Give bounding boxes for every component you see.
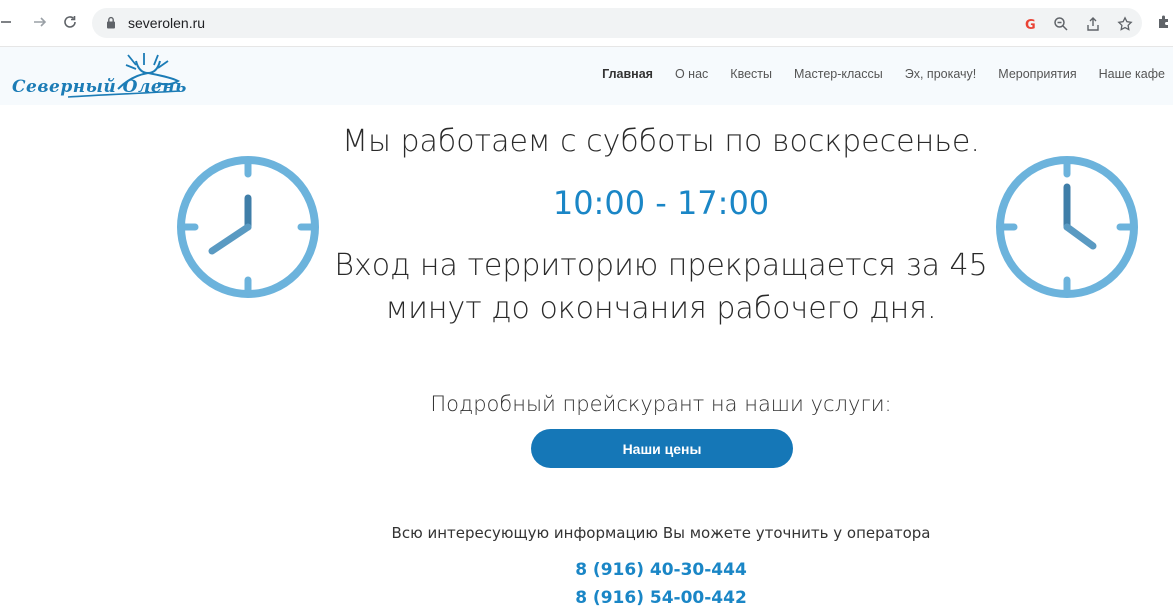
bookmark-star-icon[interactable]	[1116, 15, 1134, 33]
site-header: Северный Олень Главная О нас Квесты Маст…	[0, 47, 1173, 105]
menu-item-rides[interactable]: Эх, прокачу!	[905, 67, 977, 81]
google-icon[interactable]: G	[1022, 15, 1040, 33]
menu-item-about[interactable]: О нас	[675, 67, 708, 81]
logo-text: Северный Олень	[12, 77, 187, 97]
share-icon[interactable]	[1084, 15, 1102, 33]
svg-text:G: G	[1025, 18, 1036, 31]
menu-item-home[interactable]: Главная	[602, 67, 653, 81]
reload-icon[interactable]	[58, 10, 82, 34]
forward-icon[interactable]	[28, 10, 52, 34]
operator-info-text: Всю интересующую информацию Вы можете ут…	[391, 524, 931, 542]
url-text: severolen.ru	[128, 15, 206, 31]
entry-notice-line-1: Вход на территорию прекращается за 45	[334, 248, 988, 283]
back-icon[interactable]	[0, 10, 18, 34]
phone-link-1[interactable]: 8 (916) 40-30-444	[0, 560, 1173, 580]
menu-item-quests[interactable]: Квесты	[730, 67, 772, 81]
menu-item-cafe[interactable]: Наше кафе	[1099, 67, 1165, 81]
menu-item-master-classes[interactable]: Мастер-классы	[794, 67, 883, 81]
address-bar[interactable]: severolen.ru G	[92, 8, 1142, 38]
site-logo[interactable]: Северный Олень	[8, 51, 188, 103]
extensions-icon[interactable]	[1156, 14, 1172, 35]
menu-item-events[interactable]: Мероприятия	[998, 67, 1076, 81]
our-prices-button[interactable]: Наши цены	[531, 429, 793, 468]
lock-icon	[106, 16, 116, 34]
browser-toolbar: severolen.ru G	[0, 0, 1173, 47]
zoom-icon[interactable]	[1052, 15, 1070, 33]
price-list-intro: Подробный прейскурант на наши услуги:	[430, 392, 892, 416]
main-menu: Главная О нас Квесты Мастер-классы Эх, п…	[580, 67, 1165, 81]
schedule-heading: Мы работаем с субботы по воскресенье.	[342, 124, 980, 159]
phone-link-2[interactable]: 8 (916) 54-00-442	[0, 588, 1173, 608]
entry-notice-line-2: минут до окончания рабочего дня.	[385, 291, 937, 326]
working-hours: 10:00 - 17:00	[552, 184, 770, 222]
